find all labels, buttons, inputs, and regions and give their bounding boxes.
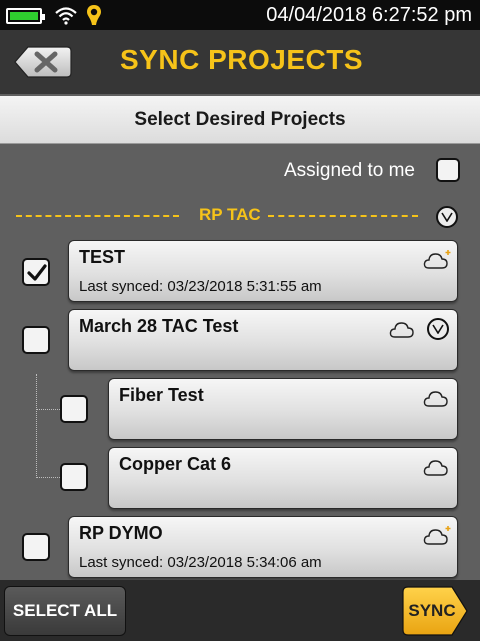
group-expand-chevron-icon[interactable]: [436, 206, 458, 228]
status-datetime: 04/04/2018 6:27:52 pm: [266, 4, 472, 26]
location-pin-icon: [87, 5, 101, 25]
cloud-icon: [423, 391, 448, 407]
assigned-to-me-label: Assigned to me: [284, 160, 415, 181]
project-checkbox-copper-cat-6[interactable]: [60, 463, 88, 491]
cloud-icon: [423, 460, 448, 476]
project-card-rp-dymo[interactable]: RP DYMO Last synced: 03/23/2018 5:34:06 …: [68, 516, 458, 578]
project-checkbox-fiber-test[interactable]: [60, 395, 88, 423]
project-last-synced: Last synced: 03/23/2018 5:31:55 am: [79, 278, 322, 295]
group-label: RP TAC: [199, 205, 261, 224]
project-name: RP DYMO: [79, 523, 163, 543]
assigned-to-me-checkbox[interactable]: [436, 158, 460, 182]
project-name: Fiber Test: [119, 385, 204, 405]
sync-button-label: SYNC: [408, 601, 456, 620]
instruction-text: Select Desired Projects: [134, 109, 346, 130]
cloud-new-icon: [423, 526, 451, 545]
project-checkbox-rp-dymo[interactable]: [22, 533, 50, 561]
project-checkbox-test[interactable]: [22, 258, 50, 286]
status-bar: 04/04/2018 6:27:52 pm: [0, 0, 480, 30]
project-name: Copper Cat 6: [119, 454, 232, 474]
project-last-synced: Last synced: 03/23/2018 5:34:06 am: [79, 554, 322, 571]
instruction-banner: Select Desired Projects: [0, 96, 480, 144]
project-checkbox-march-28-tac-test[interactable]: [22, 326, 50, 354]
project-card-march-28-tac-test[interactable]: March 28 TAC Test: [68, 309, 458, 371]
group-header-rp-tac[interactable]: RP TAC: [16, 205, 418, 225]
page-title: SYNC PROJECTS: [120, 44, 363, 75]
project-card-copper-cat-6[interactable]: Copper Cat 6: [108, 447, 458, 509]
cloud-icon: [389, 322, 414, 338]
tree-connector: [36, 409, 60, 410]
close-button[interactable]: [14, 46, 72, 78]
battery-icon: [6, 8, 45, 24]
select-all-button[interactable]: SELECT ALL: [4, 586, 126, 636]
project-card-test[interactable]: TEST Last synced: 03/23/2018 5:31:55 am: [68, 240, 458, 302]
title-bar: SYNC PROJECTS: [0, 30, 480, 94]
cloud-new-icon: [423, 250, 451, 269]
project-expand-chevron-icon[interactable]: [427, 318, 449, 340]
bottom-action-bar: SELECT ALL SYNC: [0, 580, 480, 641]
project-name: TEST: [79, 247, 126, 267]
project-name: March 28 TAC Test: [79, 316, 239, 336]
project-card-fiber-test[interactable]: Fiber Test: [108, 378, 458, 440]
tree-connector: [36, 374, 37, 478]
tree-connector: [36, 477, 60, 478]
sync-button[interactable]: SYNC: [402, 586, 468, 636]
wifi-icon: [55, 7, 77, 25]
